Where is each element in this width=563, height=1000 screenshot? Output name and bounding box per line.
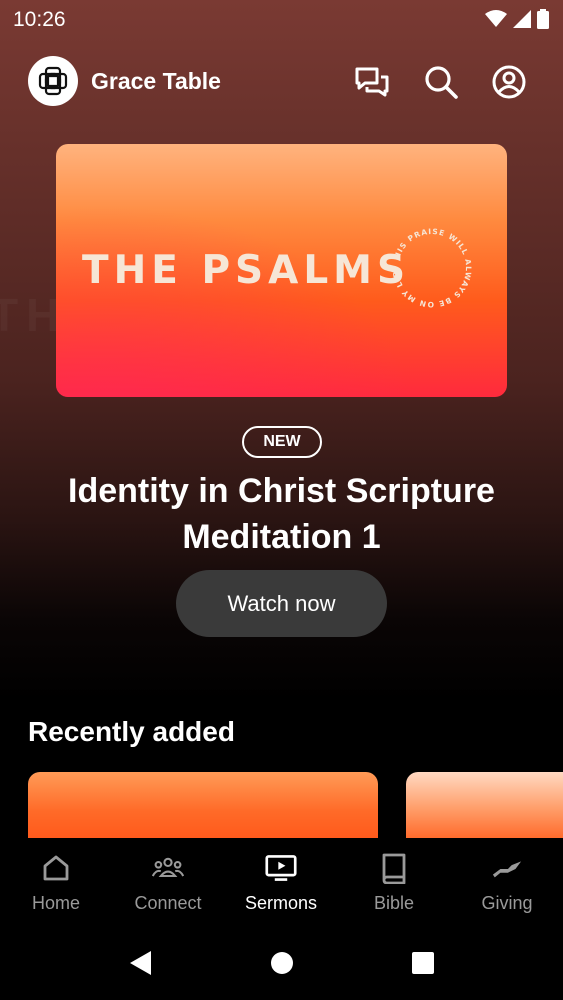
watch-now-button[interactable]: Watch now <box>176 570 387 637</box>
signal-icon <box>513 10 531 33</box>
nav-item-bible[interactable]: Bible <box>338 838 450 930</box>
home-icon <box>40 852 72 884</box>
home-circle-icon <box>271 952 293 974</box>
nav-item-connect[interactable]: Connect <box>112 838 224 930</box>
new-badge: NEW <box>242 426 322 458</box>
messages-button[interactable] <box>354 64 390 100</box>
system-nav-bar <box>0 930 563 1000</box>
bottom-nav: Home Connect Sermons Bible Giving <box>0 838 563 930</box>
app-title: Grace Table <box>91 68 221 94</box>
hero-circle-caption: HIS PRAISE WILL ALWAYS BE ON MY LIPS <box>384 220 472 309</box>
profile-button[interactable] <box>491 64 527 100</box>
hero-title: Identity in Christ Scripture Meditation … <box>68 472 495 556</box>
app-logo[interactable] <box>28 56 78 106</box>
nav-item-home[interactable]: Home <box>0 838 112 930</box>
battery-icon <box>537 9 549 34</box>
home-system-button[interactable] <box>267 948 297 978</box>
people-icon <box>152 852 184 884</box>
status-icons <box>485 9 549 34</box>
recent-card[interactable] <box>28 772 378 838</box>
search-button[interactable] <box>423 64 459 100</box>
recent-card[interactable] <box>406 772 563 838</box>
logo-icon <box>38 66 68 96</box>
status-bar: 10:26 <box>0 0 563 38</box>
app-header: Grace Table <box>0 55 563 109</box>
svg-text:HIS PRAISE WILL ALWAYS BE ON M: HIS PRAISE WILL ALWAYS BE ON MY LIPS <box>384 220 473 309</box>
search-icon <box>425 66 458 99</box>
nav-label-sermons: Sermons <box>244 893 318 913</box>
recents-button[interactable] <box>408 948 438 978</box>
hero-artwork[interactable]: THE PSALMS HIS PRAISE WILL ALWAYS BE ON … <box>56 144 507 397</box>
tv-icon <box>265 852 297 884</box>
back-triangle-icon <box>130 951 151 975</box>
hero-circle-text: HIS PRAISE WILL ALWAYS BE ON MY LIPS <box>384 220 473 309</box>
nav-item-giving[interactable]: Giving <box>451 838 563 930</box>
recents-square-icon <box>412 952 434 974</box>
nav-label-bible: Bible <box>373 893 415 913</box>
nav-label-giving: Giving <box>481 893 533 913</box>
book-icon <box>378 852 410 884</box>
account-icon <box>492 65 526 99</box>
hero-art-title: THE PSALMS <box>82 248 411 293</box>
nav-item-sermons[interactable]: Sermons <box>225 838 337 930</box>
hand-icon <box>491 852 523 884</box>
nav-label-home: Home <box>31 893 80 913</box>
back-button[interactable] <box>126 948 156 978</box>
status-time: 10:26 <box>13 8 66 31</box>
chat-icon <box>355 67 389 97</box>
wifi-icon <box>485 10 507 33</box>
recently-added-title: Recently added <box>28 716 235 747</box>
nav-label-connect: Connect <box>134 893 202 913</box>
